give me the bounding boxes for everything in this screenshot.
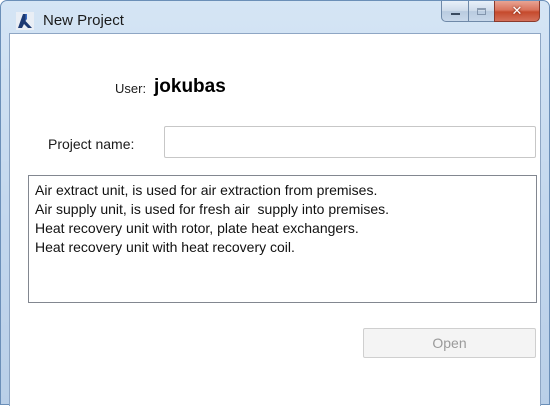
close-button[interactable]: ✕: [494, 1, 540, 22]
close-icon: ✕: [511, 3, 523, 19]
list-item[interactable]: Air extract unit, is used for air extrac…: [35, 181, 530, 200]
project-name-label: Project name:: [48, 136, 135, 152]
list-item[interactable]: Heat recovery unit with rotor, plate hea…: [35, 219, 530, 238]
window-title: New Project: [43, 12, 124, 29]
project-type-list[interactable]: Air extract unit, is used for air extrac…: [28, 175, 537, 303]
app-logo-icon: [16, 12, 34, 30]
maximize-icon: [477, 7, 486, 15]
minimize-icon: [450, 13, 460, 15]
user-name: jokubas: [154, 76, 226, 97]
project-name-input[interactable]: [164, 126, 536, 158]
minimize-button[interactable]: [441, 1, 468, 22]
caption-buttons: ✕: [441, 1, 540, 23]
list-item[interactable]: Heat recovery unit with heat recovery co…: [35, 238, 530, 257]
title-bar[interactable]: New Project ✕: [1, 1, 549, 33]
user-label: User:: [115, 81, 147, 96]
list-item[interactable]: Air supply unit, is used for fresh air s…: [35, 200, 530, 219]
open-button[interactable]: Open: [363, 328, 536, 358]
maximize-button[interactable]: [468, 1, 494, 22]
